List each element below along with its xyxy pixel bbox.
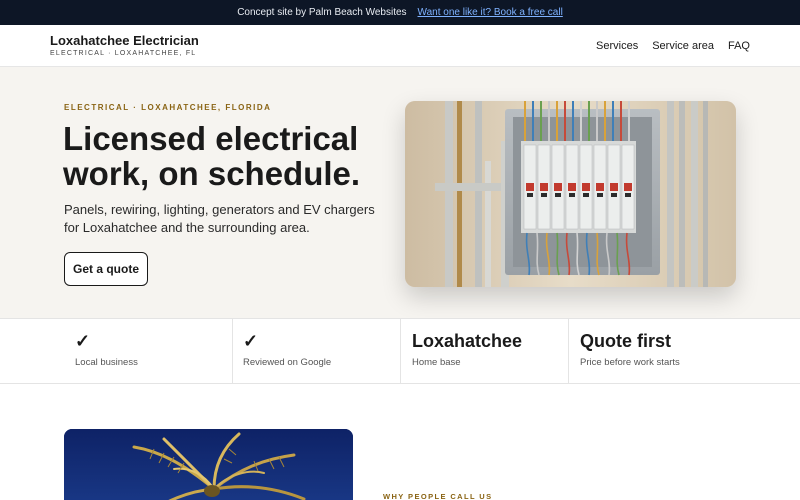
checkmark-icon: ✓ [243,331,259,351]
book-call-link[interactable]: Want one like it? Book a free call [418,7,563,18]
stat-value: Quote first [580,331,672,351]
main-nav: Services Service area FAQ [596,40,750,52]
stat-label: Reviewed on Google [243,357,332,368]
palm-tree-photo [64,429,353,500]
announcement-text: Concept site by Palm Beach Websites [237,7,407,18]
stat-google-reviews: ✓ Reviewed on Google [233,319,401,383]
stat-home-base: Loxahatchee Home base [401,319,569,383]
brand-tagline: ELECTRICAL · LOXAHATCHEE, FL [50,49,197,57]
nav-services[interactable]: Services [596,40,638,52]
stat-local-business: ✓ Local business [0,319,233,383]
announcement-bar: Concept site by Palm Beach Websites Want… [0,0,800,25]
hero-section: ELECTRICAL · LOXAHATCHEE, FLORIDA Licens… [0,67,800,318]
hero-title: Licensed electrical work, on schedule. [63,120,361,192]
hero-description: Panels, rewiring, lighting, generators a… [64,202,375,235]
trust-bar: ✓ Local business ✓ Reviewed on Google Lo… [0,318,800,384]
nav-service-area[interactable]: Service area [652,40,714,52]
section-eyebrow: WHY PEOPLE CALL US [383,492,493,500]
site-header: Loxahatchee Electrician ELECTRICAL · LOX… [0,25,800,67]
hero-eyebrow: ELECTRICAL · LOXAHATCHEE, FLORIDA [64,103,272,112]
electrical-panel-photo [405,101,736,287]
stat-label: Price before work starts [580,357,680,368]
stat-value: Loxahatchee [412,331,523,351]
stat-label: Local business [75,357,138,368]
electrical-panel-illustration [405,101,736,287]
stat-label: Home base [412,357,461,368]
checkmark-icon: ✓ [75,331,91,351]
palm-tree-illustration [64,429,353,500]
nav-faq[interactable]: FAQ [728,40,750,52]
brand[interactable]: Loxahatchee Electrician ELECTRICAL · LOX… [50,33,199,57]
brand-name: Loxahatchee Electrician [50,33,199,49]
get-quote-button[interactable]: Get a quote [64,252,148,286]
stat-quote-first: Quote first Price before work starts [569,319,800,383]
